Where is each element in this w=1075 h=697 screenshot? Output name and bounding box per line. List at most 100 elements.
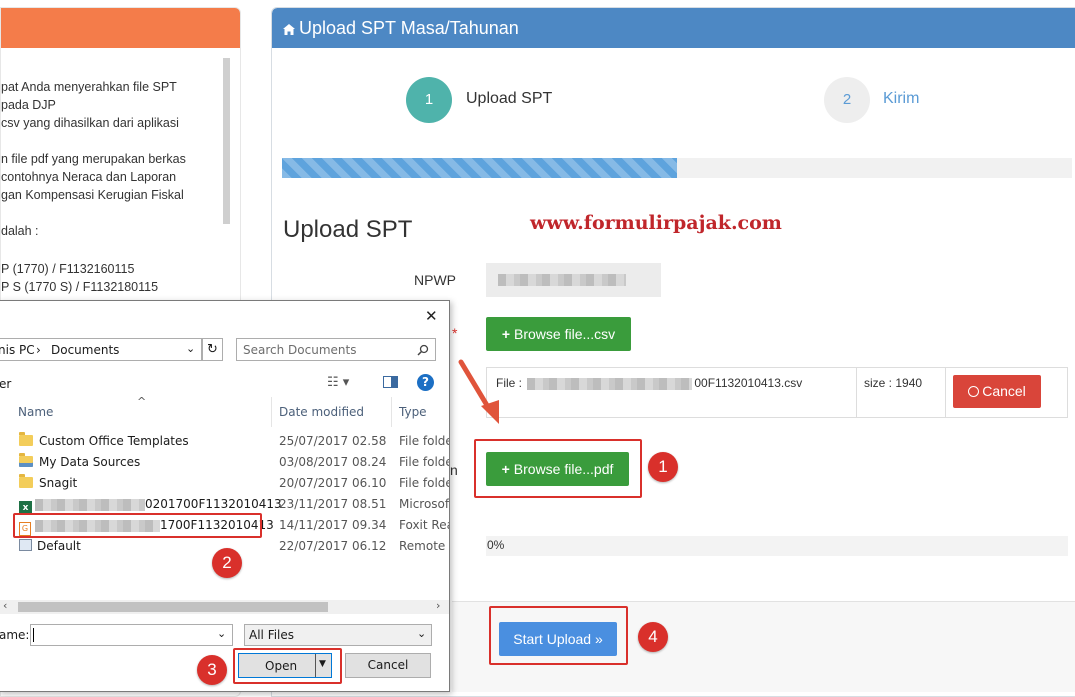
search-icon [417,344,429,356]
file-row[interactable]: Custom Office Templates [19,432,189,448]
file-row[interactable]: My Data Sources [19,453,141,469]
annotation-box-start-upload [489,606,628,665]
file-type: File folder [399,434,449,448]
dialog-cancel-button[interactable]: Cancel [345,653,431,678]
file-name: Snagit [39,476,78,490]
open-file-dialog: ✕ nis PC › Documents ⌄ ↻ Search Document… [0,300,450,692]
breadcrumb-documents[interactable]: Documents [51,343,119,357]
section-title: Upload SPT [283,216,413,243]
upload-progress-text: 0% [487,538,505,552]
npwp-field [486,263,661,297]
remote-desktop-icon [19,539,32,551]
card-header: Upload SPT Masa/Tahunan [272,8,1075,48]
breadcrumb-this-pc[interactable]: nis PC [0,343,35,357]
annotation-arrow-icon [458,359,499,424]
file-name: Custom Office Templates [39,434,189,448]
annotation-badge-4: 4 [638,622,668,652]
card-title: Upload SPT Masa/Tahunan [299,18,519,38]
data-source-folder-icon [19,453,33,467]
file-date: 03/08/2017 08.24 [279,455,387,469]
file-name: My Data Sources [39,455,141,469]
new-folder-button[interactable]: er [0,377,11,391]
annotation-badge-3: 3 [197,655,227,685]
file-type: Foxit Read [399,518,449,532]
info-text-line: contohnya Neraca dan Laporan [1,170,177,184]
wizard-progress-bar [282,158,1072,178]
file-type-filter-value: All Files [249,628,295,642]
cancel-file-button[interactable]: Cancel [953,375,1041,408]
text-cursor [33,628,34,642]
file-date: 22/07/2017 06.12 [279,539,387,553]
info-text-line: pat Anda menyerahkan file SPT [1,80,177,94]
refresh-icon[interactable]: ↻ [202,338,223,361]
info-text-line: P S (1770 S) / F1132180115 [1,280,159,294]
info-panel-scrollbar[interactable] [223,58,230,224]
browse-csv-button[interactable]: + Browse file...csv [486,317,631,351]
scrollbar-thumb[interactable] [18,602,328,612]
annotation-box-browse-pdf [474,439,642,498]
upload-progress-bar [486,536,1068,556]
info-panel-header [1,8,240,48]
file-size: size : 1940 [864,376,923,390]
step-1-circle: 1 [406,77,452,123]
plus-icon: + [501,326,511,342]
cancel-circle-icon [968,386,980,397]
scroll-left-icon[interactable]: ‹ [3,599,7,612]
column-header-type[interactable]: Type [399,405,427,419]
info-text-line: dalah : [1,224,39,238]
annotation-box-selected-pdf [13,513,262,538]
annotation-badge-2: 2 [212,548,242,578]
annotation-box-open-button [233,648,342,684]
required-marker: * [452,325,458,341]
search-input[interactable]: Search Documents [236,338,436,361]
file-type: File folder [399,476,449,490]
address-bar[interactable]: nis PC › Documents ⌄ [0,338,202,361]
close-icon[interactable]: ✕ [425,307,438,325]
file-date: 14/11/2017 09.34 [279,518,387,532]
pdf-row-label: n [450,462,458,478]
file-type: File folder [399,455,449,469]
file-name-redacted [527,377,693,390]
help-icon[interactable]: ? [417,374,434,391]
file-row[interactable]: Default [19,539,81,553]
file-date: 23/11/2017 08.51 [279,497,387,511]
file-type: Microsoft [399,497,450,511]
file-name-label: ame: [0,628,30,642]
file-date: 25/07/2017 02.58 [279,434,387,448]
home-icon [283,24,295,35]
file-name: Default [37,539,81,553]
info-text-line: n file pdf yang merupakan berkas [1,152,186,166]
preview-pane-icon[interactable] [383,376,398,388]
cancel-file-label: Cancel [982,383,1026,399]
info-text-line: P (1770) / F1132160115 [1,262,135,276]
step-1-label: Upload SPT [466,90,553,107]
file-name-suffix: 00F1132010413.csv [694,376,803,390]
chevron-down-icon[interactable]: ⌄ [417,627,426,640]
npwp-value-redacted [498,274,626,286]
column-header-date[interactable]: Date modified [279,405,364,419]
folder-icon [19,432,33,446]
file-name: 0201700F1132010413 [145,497,282,511]
search-placeholder: Search Documents [243,343,357,357]
annotation-badge-1: 1 [648,452,678,482]
breadcrumb-separator-icon: › [36,343,41,357]
step-2-circle: 2 [824,77,870,123]
view-options-icon[interactable]: ☷ ▾ [327,375,349,390]
chevron-down-icon[interactable]: ⌄ [186,342,195,355]
info-text-line: gan Kompensasi Kerugian Fiskal [1,188,184,202]
watermark-text: www.formulirpajak.com [530,212,782,234]
horizontal-scrollbar[interactable]: ‹ › [0,599,449,614]
scroll-right-icon[interactable]: › [436,599,440,612]
chevron-down-icon[interactable]: ⌄ [217,627,226,640]
step-2-label: Kirim [883,90,920,107]
wizard-progress-fill [282,158,677,178]
file-type-filter[interactable]: All Files ⌄ [244,624,432,646]
sort-ascending-icon: ^ [137,395,147,408]
info-text-line: csv yang dihasilkan dari aplikasi [1,116,179,130]
file-name-input[interactable]: ⌄ [30,624,233,646]
browse-csv-label: Browse file...csv [514,326,616,342]
file-type: Remote D [399,539,449,553]
column-header-name[interactable]: Name [18,405,53,419]
npwp-label: NPWP [414,272,456,288]
file-row[interactable]: Snagit [19,474,78,490]
